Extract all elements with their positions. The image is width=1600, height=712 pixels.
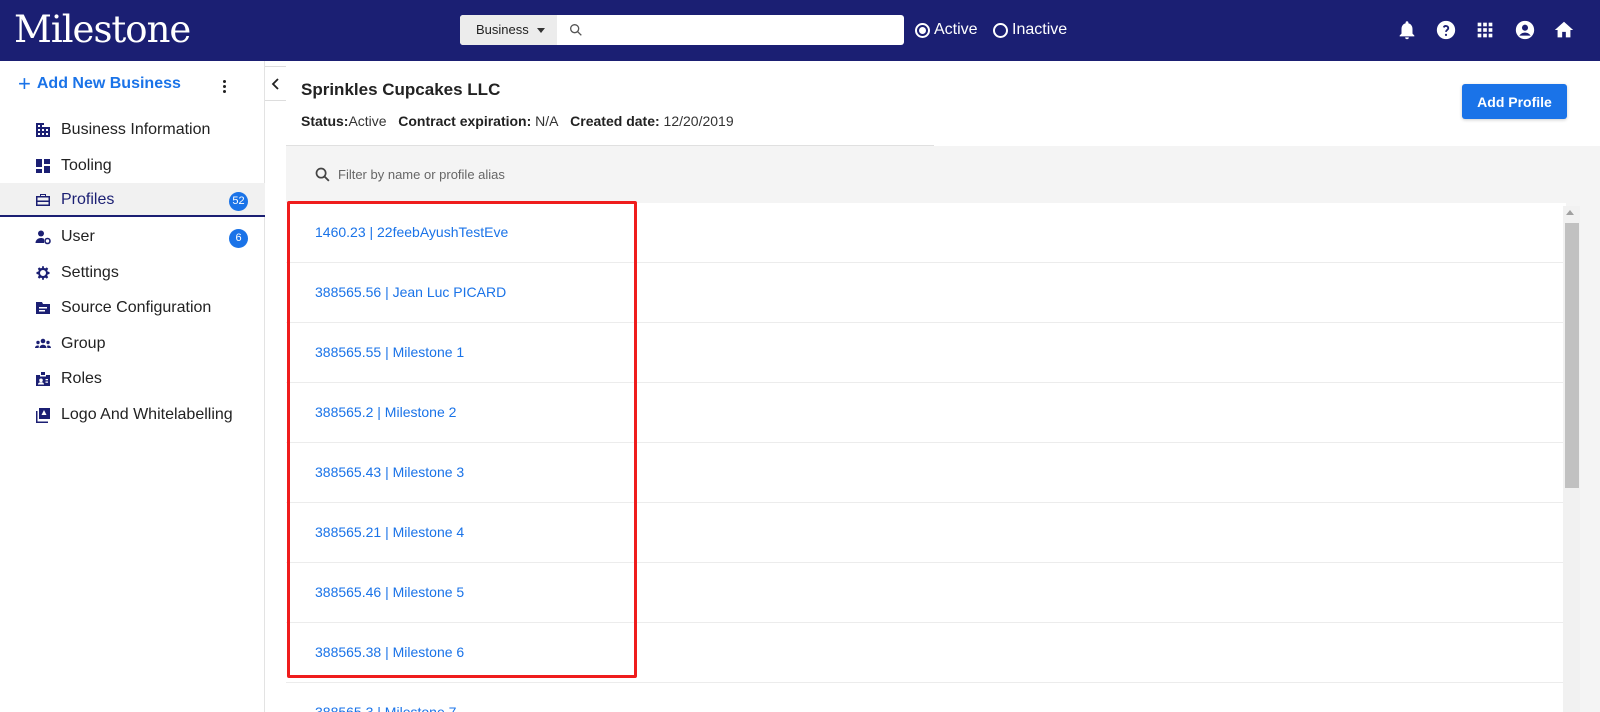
- list-item: 1460.23 | 22feebAyushTestEve: [286, 203, 1566, 263]
- collapse-sidebar-button[interactable]: [265, 66, 288, 101]
- radio-inactive-label: Inactive: [1012, 21, 1068, 38]
- profile-link[interactable]: 388565.2 | Milestone 2: [315, 404, 456, 420]
- list-item: 388565.56 | Jean Luc PICARD: [286, 263, 1566, 323]
- profile-link[interactable]: 388565.56 | Jean Luc PICARD: [315, 284, 506, 300]
- scroll-up-arrow-icon[interactable]: [1566, 210, 1574, 215]
- sidebar: + Add New Business Business Information …: [0, 61, 265, 712]
- list-item: 388565.21 | Milestone 4: [286, 503, 1566, 563]
- sidebar-item-label: Business Information: [61, 121, 211, 138]
- user-count-badge: 6: [229, 229, 248, 248]
- sidebar-item-label: Profiles: [61, 191, 115, 208]
- list-item: 388565.3 | Milestone 7: [286, 683, 1566, 712]
- home-icon[interactable]: [1553, 19, 1575, 41]
- radio-active-label: Active: [934, 21, 978, 38]
- list-item: 388565.38 | Milestone 6: [286, 623, 1566, 683]
- search-scope-dropdown[interactable]: Business: [460, 15, 557, 45]
- top-navbar: Milestone Business Active Inactive: [0, 0, 1600, 61]
- profile-link[interactable]: 1460.23 | 22feebAyushTestEve: [315, 224, 508, 240]
- app-logo[interactable]: Milestone: [14, 8, 191, 52]
- profile-link[interactable]: 388565.43 | Milestone 3: [315, 464, 464, 480]
- profile-filter: [286, 146, 1600, 203]
- search-icon: [570, 23, 582, 36]
- chevron-left-icon: [271, 78, 279, 90]
- badge-id-icon: [36, 372, 50, 386]
- sidebar-item-label: Roles: [61, 370, 102, 387]
- list-item: 388565.46 | Milestone 5: [286, 563, 1566, 623]
- add-profile-button[interactable]: Add Profile: [1462, 84, 1567, 119]
- sidebar-item-source-configuration[interactable]: Source Configuration: [0, 291, 265, 325]
- sidebar-item-label: Settings: [61, 264, 119, 281]
- group-icon: [35, 338, 51, 348]
- status-label: Status:: [301, 113, 349, 129]
- profile-link[interactable]: 388565.46 | Milestone 5: [315, 584, 464, 600]
- sidebar-item-label: User: [61, 228, 95, 245]
- contract-expiration-label: Contract expiration:: [398, 113, 532, 129]
- search-icon: [315, 167, 330, 182]
- scrollbar-thumb[interactable]: [1565, 223, 1579, 488]
- bell-icon[interactable]: [1396, 19, 1418, 41]
- sidebar-item-logo-and-whitelabelling[interactable]: Logo And Whitelabelling: [0, 398, 265, 432]
- help-icon[interactable]: [1435, 19, 1457, 41]
- search-scope-label: Business: [476, 22, 529, 37]
- business-header: Sprinkles Cupcakes LLC Status:Active Con…: [286, 61, 1600, 146]
- folder-icon: [36, 302, 50, 314]
- user-settings-icon: [35, 230, 51, 245]
- global-search: Business: [460, 15, 904, 45]
- main-content: Sprinkles Cupcakes LLC Status:Active Con…: [286, 61, 1600, 712]
- sidebar-item-label: Source Configuration: [61, 299, 212, 316]
- sidebar-item-label: Logo And Whitelabelling: [61, 406, 233, 423]
- radio-unchecked-icon: [993, 22, 1008, 38]
- list-item: 388565.55 | Milestone 1: [286, 323, 1566, 383]
- profile-link[interactable]: 388565.38 | Milestone 6: [315, 644, 464, 660]
- dashboard-icon: [36, 159, 50, 173]
- created-date-label: Created date:: [570, 113, 660, 129]
- radio-inactive[interactable]: Inactive: [993, 19, 1067, 41]
- sidebar-item-user[interactable]: User 6: [0, 220, 265, 254]
- business-meta: Status:Active Contract expiration: N/A C…: [301, 113, 734, 129]
- radio-active[interactable]: Active: [915, 19, 978, 41]
- add-new-business-button[interactable]: + Add New Business: [18, 71, 181, 96]
- building-icon: [36, 123, 50, 137]
- apps-grid-icon[interactable]: [1474, 19, 1496, 41]
- page-title: Sprinkles Cupcakes LLC: [301, 80, 501, 99]
- sidebar-item-business-information[interactable]: Business Information: [0, 113, 265, 147]
- add-new-business-label: Add New Business: [36, 75, 181, 92]
- sidebar-item-profiles[interactable]: Profiles 52: [0, 183, 265, 217]
- briefcase-icon: [36, 194, 50, 206]
- plus-icon: +: [18, 71, 31, 96]
- gear-icon: [36, 266, 50, 280]
- profile-filter-input[interactable]: [338, 162, 938, 186]
- sidebar-item-settings[interactable]: Settings: [0, 256, 265, 290]
- sidebar-item-roles[interactable]: Roles: [0, 362, 265, 396]
- sidebar-item-label: Group: [61, 335, 106, 352]
- global-search-input[interactable]: [590, 15, 900, 45]
- profiles-count-badge: 52: [229, 192, 248, 211]
- created-date-value: 12/20/2019: [663, 113, 734, 129]
- profile-link[interactable]: 388565.55 | Milestone 1: [315, 344, 464, 360]
- contract-expiration-value: N/A: [535, 113, 559, 129]
- list-item: 388565.43 | Milestone 3: [286, 443, 1566, 503]
- sidebar-item-tooling[interactable]: Tooling: [0, 149, 265, 183]
- sidebar-item-group[interactable]: Group: [0, 327, 265, 361]
- sidebar-item-label: Tooling: [61, 157, 112, 174]
- status-value: Active: [348, 113, 387, 129]
- profiles-list: 1460.23 | 22feebAyushTestEve 388565.56 |…: [286, 203, 1566, 712]
- library-icon: [36, 408, 50, 423]
- account-icon[interactable]: [1514, 19, 1536, 41]
- radio-checked-icon: [915, 22, 930, 38]
- profile-link[interactable]: 388565.3 | Milestone 7: [315, 704, 456, 712]
- list-item: 388565.2 | Milestone 2: [286, 383, 1566, 443]
- more-options-icon[interactable]: [218, 78, 230, 98]
- profile-link[interactable]: 388565.21 | Milestone 4: [315, 524, 464, 540]
- caret-down-icon: [537, 28, 545, 33]
